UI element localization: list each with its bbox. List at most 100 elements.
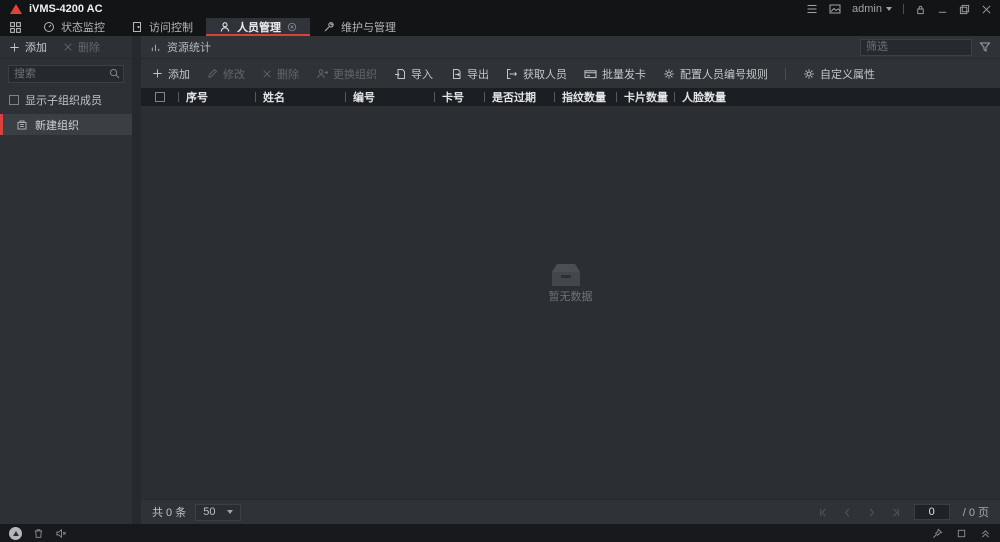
column-header-fingerprint-count[interactable]: 指纹数量 <box>554 88 616 106</box>
tab-label: 维护与管理 <box>341 19 396 35</box>
org-search <box>8 65 124 83</box>
divider <box>903 4 904 14</box>
import-button[interactable]: 导入 <box>394 66 433 82</box>
first-page-button[interactable] <box>818 507 829 518</box>
import-label: 导入 <box>411 66 433 82</box>
select-all-cell <box>141 88 178 106</box>
tab-close-icon[interactable] <box>287 22 297 32</box>
get-person-label: 获取人员 <box>523 66 567 82</box>
column-label: 序号 <box>186 89 208 105</box>
column-header-name[interactable]: 姓名 <box>255 88 345 106</box>
org-delete-label: 删除 <box>78 39 100 55</box>
statistics-icon <box>150 42 161 53</box>
change-org-label: 更换组织 <box>333 66 377 82</box>
last-page-button[interactable] <box>890 507 901 518</box>
tab-access-control[interactable]: 访问控制 <box>118 18 206 36</box>
custom-property-label: 自定义属性 <box>820 66 875 82</box>
page-size-select[interactable]: 50 <box>195 504 241 521</box>
batch-issue-card-label: 批量发卡 <box>602 66 646 82</box>
tab-status-monitoring[interactable]: 状态监控 <box>30 18 118 36</box>
pin-icon[interactable] <box>932 528 943 539</box>
tab-person-management[interactable]: 人员管理 <box>206 18 310 36</box>
org-tree-item-selected[interactable]: 新建组织 <box>0 114 132 135</box>
next-page-button[interactable] <box>866 507 877 518</box>
app-logo-icon <box>10 4 22 14</box>
change-organization-button[interactable]: 更换组织 <box>316 66 377 82</box>
previous-page-button[interactable] <box>842 507 853 518</box>
workspace: 添加 删除 显示子组织成员 新建组织 <box>0 36 1000 524</box>
custom-property-button[interactable]: 自定义属性 <box>803 66 875 82</box>
resource-statistics-label: 资源统计 <box>167 39 211 55</box>
person-id-rule-button[interactable]: 配置人员编号规则 <box>663 66 768 82</box>
user-name: admin <box>852 3 882 15</box>
filter-area <box>860 39 991 56</box>
page-total-label: / 0 页 <box>963 504 989 520</box>
tab-label: 人员管理 <box>237 19 281 35</box>
table-header: 序号 姓名 编号 卡号 是否过期 指纹数量 卡片数量 人脸数量 <box>141 88 1000 106</box>
organization-icon <box>16 119 28 131</box>
screenshot-icon[interactable] <box>829 3 841 15</box>
title-bar: iVMS-4200 AC admin <box>0 0 1000 18</box>
delete-person-button[interactable]: 删除 <box>262 66 299 82</box>
resource-statistics-section[interactable]: 资源统计 <box>150 39 211 55</box>
empty-drawer-icon <box>549 262 593 288</box>
column-header-expired[interactable]: 是否过期 <box>484 88 554 106</box>
wrench-icon <box>323 21 335 33</box>
column-header-face-count[interactable]: 人脸数量 <box>674 88 1000 106</box>
maximize-button[interactable] <box>959 4 970 15</box>
tab-label: 状态监控 <box>61 19 105 35</box>
column-label: 编号 <box>353 89 375 105</box>
page-number-input[interactable] <box>914 504 950 520</box>
org-add-label: 添加 <box>25 39 47 55</box>
show-sub-members-label: 显示子组织成员 <box>25 92 102 108</box>
panel-header: 资源统计 <box>141 36 1000 59</box>
org-search-input[interactable] <box>8 65 124 83</box>
column-header-id[interactable]: 编号 <box>345 88 434 106</box>
close-button[interactable] <box>981 4 992 15</box>
filter-input[interactable] <box>860 39 972 56</box>
tab-label: 访问控制 <box>149 19 193 35</box>
add-label: 添加 <box>168 66 190 82</box>
select-all-checkbox[interactable] <box>155 92 165 102</box>
modules-grid-icon[interactable] <box>0 18 30 36</box>
column-label: 是否过期 <box>492 89 536 105</box>
export-button[interactable]: 导出 <box>450 66 489 82</box>
page-size-value: 50 <box>203 506 215 518</box>
column-header-index[interactable]: 序号 <box>178 88 255 106</box>
org-delete-button[interactable]: 删除 <box>63 39 100 55</box>
show-sub-members-checkbox[interactable] <box>9 95 19 105</box>
column-label: 卡号 <box>442 89 464 105</box>
empty-state: 暂无数据 <box>549 262 593 304</box>
minimize-button[interactable] <box>937 4 948 15</box>
status-bar <box>0 524 1000 542</box>
window-restore-icon[interactable] <box>956 528 967 539</box>
door-icon <box>131 21 143 33</box>
column-label: 人脸数量 <box>682 89 726 105</box>
person-icon <box>219 21 231 33</box>
tab-maintenance[interactable]: 维护与管理 <box>310 18 409 36</box>
app-status-logo-icon[interactable] <box>9 527 22 540</box>
empty-state-text: 暂无数据 <box>549 288 593 304</box>
pagination-bar: 共 0 条 50 / 0 页 <box>141 499 1000 524</box>
batch-issue-card-button[interactable]: 批量发卡 <box>584 66 646 82</box>
get-person-button[interactable]: 获取人员 <box>506 66 567 82</box>
table-body: 暂无数据 <box>141 106 1000 499</box>
collapse-up-icon[interactable] <box>980 528 991 539</box>
sidebar-scrollbar[interactable] <box>132 36 141 524</box>
menu-list-icon[interactable] <box>806 3 818 15</box>
modify-person-button[interactable]: 修改 <box>207 66 245 82</box>
trash-icon[interactable] <box>33 528 44 539</box>
gauge-icon <box>43 21 55 33</box>
tab-bar: 状态监控 访问控制 人员管理 维护与管理 <box>0 18 1000 36</box>
filter-funnel-icon[interactable] <box>979 41 991 53</box>
chevron-down-icon <box>886 7 892 11</box>
lock-icon[interactable] <box>915 4 926 15</box>
column-header-card-no[interactable]: 卡号 <box>434 88 484 106</box>
column-header-card-count[interactable]: 卡片数量 <box>616 88 674 106</box>
add-person-button[interactable]: 添加 <box>152 66 190 82</box>
user-menu[interactable]: admin <box>852 3 892 15</box>
show-sub-members-row[interactable]: 显示子组织成员 <box>0 85 132 114</box>
speaker-muted-icon[interactable] <box>55 528 67 539</box>
org-tree-item-label: 新建组织 <box>35 117 79 133</box>
org-add-button[interactable]: 添加 <box>9 39 47 55</box>
